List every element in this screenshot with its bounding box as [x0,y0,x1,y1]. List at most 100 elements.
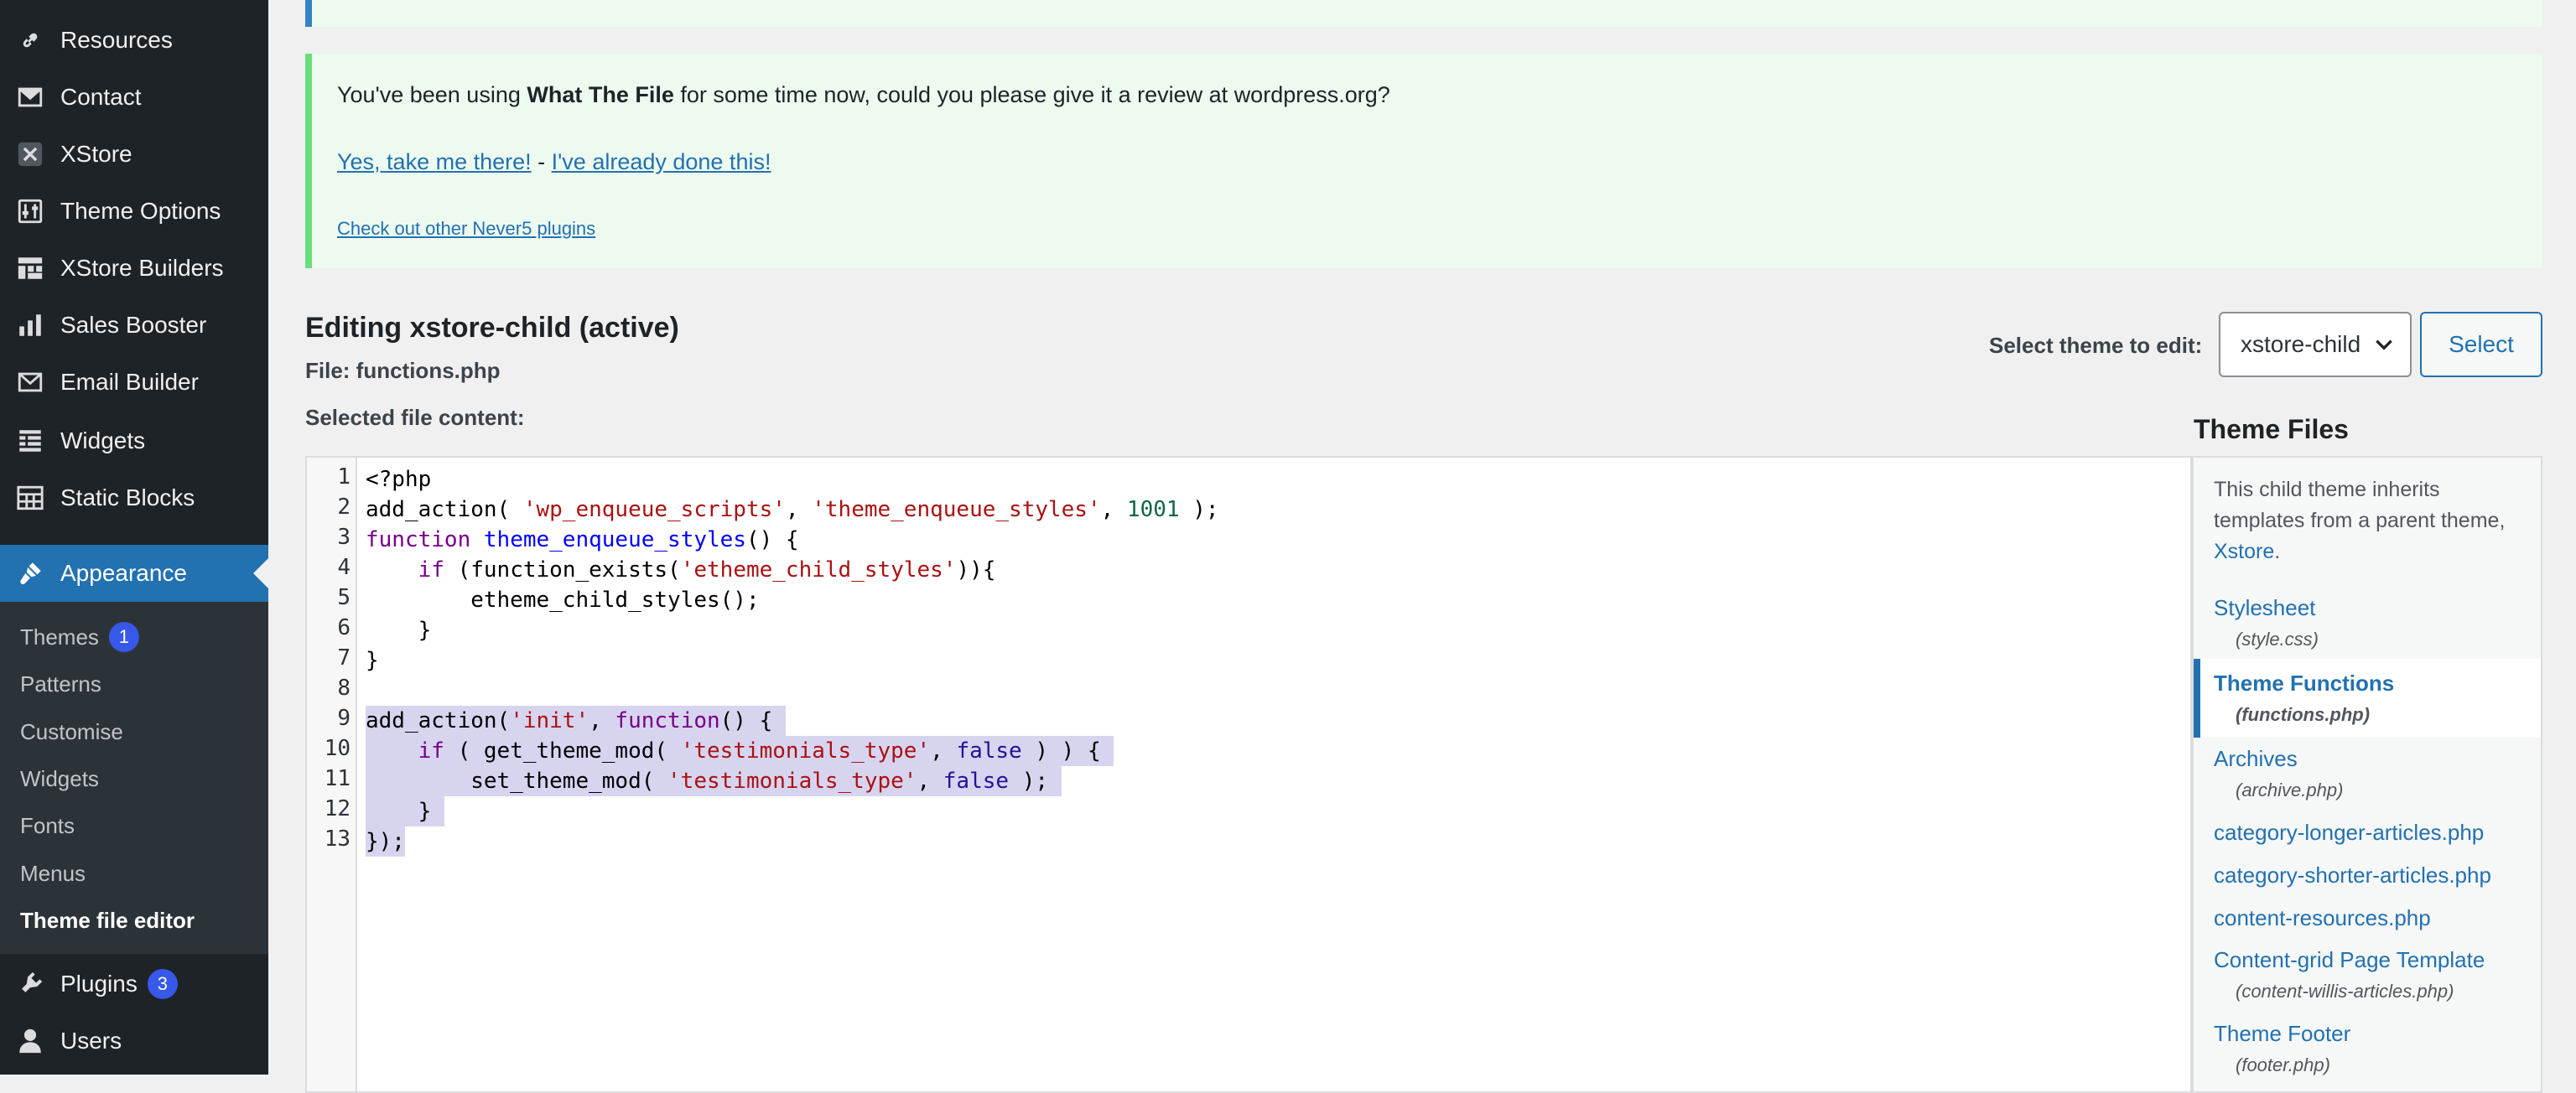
brush-icon [15,558,45,588]
code-editor[interactable]: 1 2 3 4 5 6 7 8 9 10 11 12 13 <?php add_a… [305,456,2192,1093]
file-link-category-shorter[interactable]: category-shorter-articles.php [2214,862,2491,888]
file-name: (functions.php) [2236,704,2371,725]
page-title: Editing xstore-child (active) [305,312,679,344]
submenu-label: Themes [20,624,99,650]
code-line: if ( get_theme_mod( 'testimonials_type',… [366,736,1114,766]
menu-label: Resources [60,27,173,53]
other-plugins-line: Check out other Never5 plugins [337,218,595,240]
file-link-archives[interactable]: Archives [2214,746,2298,772]
menu-label: Widgets [60,427,146,453]
menu-item-users[interactable]: Users [0,1013,268,1070]
envelope-icon [15,367,45,397]
line-number: 12 [324,796,351,821]
file-link-stylesheet[interactable]: Stylesheet [2214,595,2315,621]
update-count-badge: 1 [108,622,139,652]
line-number: 11 [324,766,351,791]
selected-file-content-label: Selected file content: [305,405,525,430]
line-number: 1 [337,464,351,490]
review-notice: You've been using What The File for some… [305,54,2542,268]
user-icon [15,1026,45,1056]
update-count-badge: 3 [147,969,178,999]
submenu-widgets[interactable]: Widgets [20,762,99,795]
select-theme-label: Select theme to edit: [1989,333,2203,358]
menu-label: Sales Booster [60,312,207,338]
grid-icon [15,253,45,283]
file-name: (style.css) [2236,629,2319,650]
link-icon [15,25,45,55]
menu-label: Contact [60,84,142,110]
menu-item-static-blocks[interactable]: Static Blocks [0,469,268,526]
envelope-icon [15,82,45,112]
theme-files-panel: This child theme inherits templates from… [2192,456,2542,1093]
menu-label: Static Blocks [60,484,195,510]
bar-chart-icon [15,310,45,340]
menu-item-email-builder[interactable]: Email Builder [0,354,268,411]
submenu-fonts[interactable]: Fonts [20,809,75,842]
line-number-gutter: 1 2 3 4 5 6 7 8 9 10 11 12 13 [307,458,357,1091]
file-name: (content-willis-articles.php) [2236,981,2454,1002]
theme-select[interactable]: xstore-child [2219,312,2412,377]
xstore-icon [15,139,45,169]
code-line: add_action('init', function() { [366,706,786,736]
code-line: function theme_enqueue_styles() { [366,527,799,552]
menu-item-sales-booster[interactable]: Sales Booster [0,297,268,354]
submenu-menus[interactable]: Menus [20,857,86,890]
table-icon [15,483,45,513]
code-line: etheme_child_styles(); [366,588,760,613]
code-line: } [366,796,444,826]
menu-item-xstore[interactable]: XStore [0,126,268,183]
review-yes-link[interactable]: Yes, take me there! [337,149,532,174]
menu-item-theme-options[interactable]: Theme Options [0,183,268,240]
plugin-name: What The File [527,82,674,107]
notice-text-suffix: for some time now, could you please give… [673,82,1390,107]
line-number: 4 [337,555,351,580]
submenu-patterns[interactable]: Patterns [20,667,101,701]
current-indicator [253,558,268,588]
theme-files-title: Theme Files [2194,414,2349,444]
chevron-down-icon [2376,339,2392,350]
submenu-customise[interactable]: Customise [20,715,123,749]
submenu-theme-file-editor[interactable]: Theme file editor [20,904,195,937]
other-plugins-link[interactable]: Check out other Never5 plugins [337,218,595,239]
line-number: 7 [337,645,351,671]
review-done-link[interactable]: I've already done this! [552,149,771,174]
review-notice-text: You've been using What The File for some… [337,82,1390,108]
appearance-submenu: Themes 1 Patterns Customise Widgets Font… [0,602,268,954]
menu-item-appearance[interactable]: Appearance [0,545,268,602]
selected-theme-value: xstore-child [2241,331,2361,357]
file-link-theme-functions[interactable]: Theme Functions [2214,671,2394,697]
code-line: set_theme_mod( 'testimonials_type', fals… [366,766,1062,796]
description-text: This child theme inherits templates from… [2214,478,2506,532]
code-line: } [366,648,379,673]
select-theme-button[interactable]: Select [2420,312,2542,377]
file-link-theme-footer[interactable]: Theme Footer [2214,1021,2350,1047]
menu-label: XStore [60,141,132,167]
line-number: 6 [337,615,351,640]
file-name: (archive.php) [2236,780,2344,800]
line-number: 10 [324,736,351,761]
line-number: 8 [337,676,351,701]
menu-label: XStore Builders [60,255,224,281]
child-theme-description: This child theme inherits templates from… [2214,474,2524,567]
plug-icon [15,969,45,999]
menu-item-xstore-builders[interactable]: XStore Builders [0,240,268,297]
file-link-content-resources[interactable]: content-resources.php [2214,905,2431,931]
link-separator: - [531,149,552,174]
sliders-icon [15,196,45,226]
file-link-category-longer[interactable]: category-longer-articles.php [2214,820,2484,846]
menu-item-plugins[interactable]: Plugins 3 [0,956,268,1013]
file-link-content-grid[interactable]: Content-grid Page Template [2214,947,2485,973]
menu-label: Users [60,1028,122,1054]
review-notice-links: Yes, take me there! - I've already done … [337,149,771,175]
file-label: File: functions.php [305,358,501,383]
submenu-themes[interactable]: Themes 1 [20,620,139,654]
menu-item-widgets[interactable]: Widgets [0,412,268,469]
description-end: . [2274,540,2281,563]
code-line: if (function_exists('etheme_child_styles… [418,557,996,583]
menu-item-contact[interactable]: Contact [0,69,268,126]
parent-theme-link[interactable]: Xstore [2214,540,2274,563]
code-line: } [366,618,432,643]
notice-text-prefix: You've been using [337,82,527,107]
line-number: 13 [324,826,351,852]
menu-item-resources[interactable]: Resources [0,12,268,69]
